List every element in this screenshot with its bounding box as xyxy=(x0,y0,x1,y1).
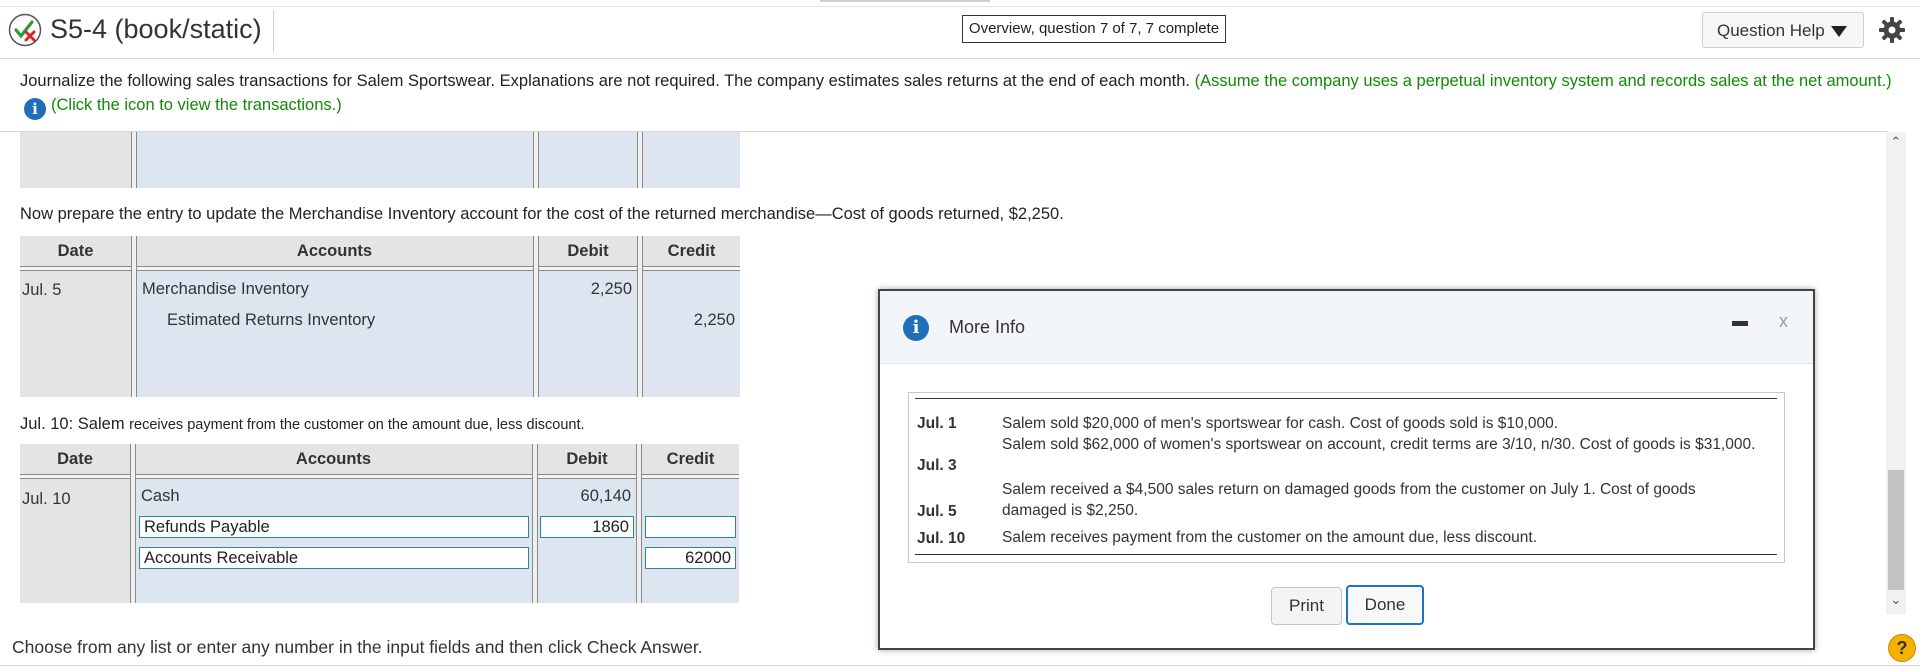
top-tab-indicator xyxy=(820,0,990,2)
debit-amount: 2,250 xyxy=(590,280,632,298)
done-button[interactable]: Done xyxy=(1346,585,1424,625)
transaction-date: Jul. 5 xyxy=(917,503,957,520)
transactions-table: Jul. 1 Salem sold $20,000 of men's sport… xyxy=(908,392,1785,563)
prompt-date: Jul. 10: xyxy=(20,415,74,433)
credit-cell xyxy=(643,271,740,397)
minimize-icon[interactable] xyxy=(1732,321,1748,326)
debit-input[interactable] xyxy=(540,516,634,538)
prompt-salem: Salem xyxy=(77,415,125,433)
account-name: Estimated Returns Inventory xyxy=(167,311,376,329)
header-debit: Debit xyxy=(538,444,636,474)
table-rule-bottom xyxy=(915,554,1777,555)
footer-instructions: Choose from any list or enter any number… xyxy=(12,637,703,657)
header-accounts: Accounts xyxy=(135,444,532,474)
info-icon[interactable]: i xyxy=(24,98,46,120)
prompt-rest: receives payment from the customer on th… xyxy=(129,417,585,433)
column-divider xyxy=(533,132,539,188)
credit-amount: 2,250 xyxy=(693,311,735,329)
column-divider xyxy=(131,236,137,397)
transaction-description: Salem receives payment from the customer… xyxy=(1002,529,1538,546)
print-button[interactable]: Print xyxy=(1271,587,1342,625)
page-title: S5-4 (book/static) xyxy=(50,14,262,44)
help-icon[interactable]: ? xyxy=(1888,634,1916,662)
account-name: Merchandise Inventory xyxy=(142,280,309,298)
debit-amount: 60,140 xyxy=(580,487,631,505)
credit-input[interactable] xyxy=(645,547,736,569)
header-date: Date xyxy=(20,444,130,474)
account-input[interactable] xyxy=(139,547,529,569)
header-bar: S5-4 (book/static) Overview, question 7 … xyxy=(0,0,1920,59)
transaction-description: Salem sold $62,000 of women's sportswear… xyxy=(1002,436,1756,453)
previous-debit-cell xyxy=(539,132,637,188)
instructions: Journalize the following sales transacti… xyxy=(20,72,1892,91)
column-divider xyxy=(130,444,136,603)
question-help-button[interactable]: Question Help xyxy=(1702,12,1864,48)
header-date: Date xyxy=(20,236,131,266)
credit-input[interactable] xyxy=(645,516,736,538)
chevron-down-icon[interactable]: ⌄ xyxy=(1888,592,1904,608)
payment-entry-prompt: Jul. 10: Salem receives payment from the… xyxy=(20,415,585,434)
question-help-label: Question Help xyxy=(1717,21,1825,40)
previous-credit-cell xyxy=(643,132,740,188)
dialog-title: More Info xyxy=(949,317,1026,337)
column-divider xyxy=(131,132,137,188)
overview-button[interactable]: Overview, question 7 of 7, 7 complete xyxy=(962,15,1226,43)
table-rule-top xyxy=(915,398,1777,399)
title-divider xyxy=(273,10,274,52)
click-icon-text: (Click the icon to view the transactions… xyxy=(51,96,342,114)
close-icon[interactable]: x xyxy=(1779,311,1788,332)
column-divider xyxy=(533,236,539,397)
transaction-date: Jul. 3 xyxy=(917,457,957,474)
header-accounts: Accounts xyxy=(136,236,533,266)
scrollbar-thumb[interactable] xyxy=(1888,470,1904,590)
caret-down-icon xyxy=(1830,26,1847,37)
accounts-cell xyxy=(135,479,532,603)
column-divider xyxy=(637,132,643,188)
info-icon: i xyxy=(903,315,929,341)
previous-date-cell xyxy=(20,132,132,188)
footer-divider xyxy=(0,665,1920,666)
entry-date: Jul. 5 xyxy=(22,281,62,299)
instructions-assumption: (Assume the company uses a perpetual inv… xyxy=(1194,72,1892,90)
previous-accounts-cell xyxy=(136,132,533,188)
header-debit: Debit xyxy=(539,236,637,266)
partial-correct-icon xyxy=(8,13,42,47)
account-input[interactable] xyxy=(139,516,529,538)
entry-date: Jul. 10 xyxy=(22,490,71,508)
header-credit: Credit xyxy=(642,444,739,474)
transaction-date: Jul. 10 xyxy=(917,530,966,547)
more-info-dialog: i More Info x Jul. 1 Salem sold $20,000 … xyxy=(878,289,1815,650)
transaction-description: Salem sold $20,000 of men's sportswear f… xyxy=(1002,415,1559,432)
transaction-description: Salem received a $4,500 sales return on … xyxy=(1002,481,1696,519)
column-divider xyxy=(532,444,538,603)
dialog-header: i More Info x xyxy=(880,291,1813,364)
top-border xyxy=(0,6,1920,7)
credit-cell xyxy=(642,479,739,603)
header-credit: Credit xyxy=(643,236,740,266)
gear-icon[interactable] xyxy=(1878,16,1906,44)
transaction-date: Jul. 1 xyxy=(917,415,957,432)
view-transactions-link[interactable]: i (Click the icon to view the transaction… xyxy=(24,96,342,120)
chevron-up-icon[interactable]: ⌃ xyxy=(1888,134,1904,150)
instructions-main: Journalize the following sales transacti… xyxy=(20,72,1190,90)
column-divider xyxy=(636,444,642,603)
account-name: Cash xyxy=(141,487,180,505)
returns-entry-prompt: Now prepare the entry to update the Merc… xyxy=(20,205,1064,223)
